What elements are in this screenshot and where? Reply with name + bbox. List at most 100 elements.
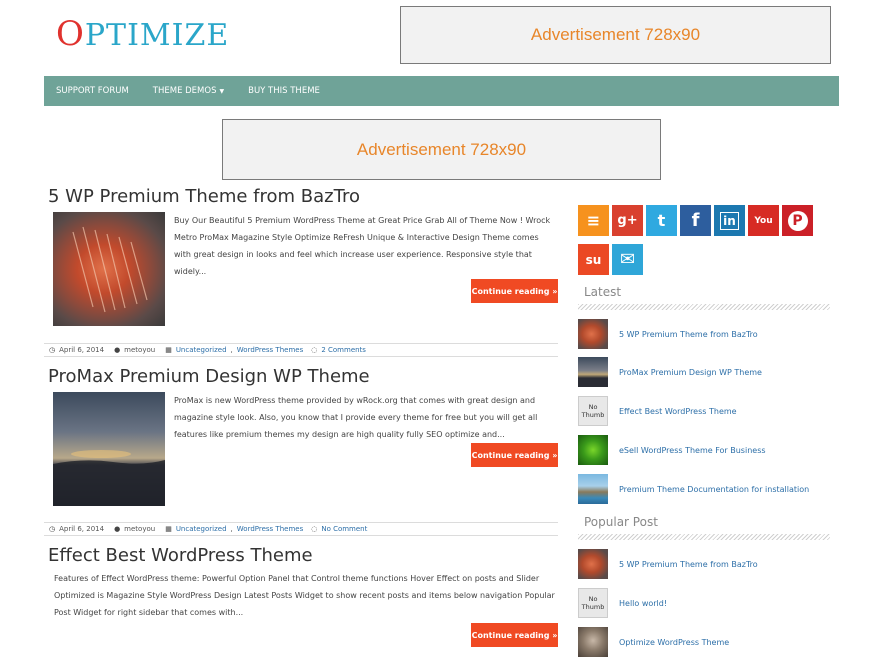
category-link[interactable]: WordPress Themes xyxy=(237,346,303,354)
post-date: April 6, 2014 xyxy=(59,346,105,354)
post-card: ProMax Premium Design WP Theme ProMax is… xyxy=(44,366,558,506)
dropdown-caret-icon: ▼ xyxy=(219,88,225,95)
comment-icon: ◌ xyxy=(311,346,318,354)
pinterest-glyph: P xyxy=(787,210,808,231)
post-card: Effect Best WordPress Theme Features of … xyxy=(44,545,558,655)
no-thumb-text: Thumb xyxy=(581,411,605,419)
logo-text: PTIMIZE xyxy=(84,18,230,53)
continue-reading-button[interactable]: Continue reading » xyxy=(471,443,558,467)
post-card: 5 WP Premium Theme from BazTro Buy Our B… xyxy=(44,186,558,326)
google-plus-glyph: g+ xyxy=(617,213,638,228)
post-meta: ◷ April 6, 2014 ● metoyou ▦ Uncategorized, W… xyxy=(44,522,558,536)
rust-texture-image xyxy=(72,226,148,313)
thumbnail xyxy=(578,435,608,465)
thumbnail xyxy=(578,549,608,579)
header-ad-banner[interactable]: Advertisement 728x90 xyxy=(400,6,831,64)
nav-label: SUPPORT FORUM xyxy=(56,86,129,96)
widget-divider xyxy=(578,534,830,540)
post-title[interactable]: ProMax Premium Design WP Theme xyxy=(48,366,558,387)
facebook-glyph: f xyxy=(691,210,700,231)
linkedin-icon[interactable]: in xyxy=(714,205,745,236)
youtube-icon[interactable]: You xyxy=(748,205,779,236)
popular-post-link[interactable]: Hello world! xyxy=(619,599,667,608)
category-link[interactable]: Uncategorized xyxy=(176,525,227,533)
category-link[interactable]: Uncategorized xyxy=(176,346,227,354)
widget-divider xyxy=(578,304,830,310)
list-item[interactable]: eSell WordPress Theme For Business xyxy=(578,434,766,466)
no-thumb-text: No xyxy=(588,403,598,411)
popular-post-link[interactable]: 5 WP Premium Theme from BazTro xyxy=(619,560,758,569)
latest-post-link[interactable]: 5 WP Premium Theme from BazTro xyxy=(619,330,758,339)
nav-label: BUY THIS THEME xyxy=(248,86,320,96)
ad-label: Advertisement 728x90 xyxy=(356,139,527,159)
post-author[interactable]: metoyou xyxy=(124,346,155,354)
site-logo[interactable]: OPTIMIZE xyxy=(56,14,229,54)
rss-icon[interactable]: ≡ xyxy=(578,205,609,236)
continue-reading-button[interactable]: Continue reading » xyxy=(471,279,558,303)
ad-label: Advertisement 728x90 xyxy=(530,25,701,44)
category-icon: ▦ xyxy=(165,346,172,354)
user-icon: ● xyxy=(114,346,121,354)
post-thumbnail[interactable] xyxy=(53,392,165,506)
list-item[interactable]: 5 WP Premium Theme from BazTro xyxy=(578,318,758,350)
comments-link[interactable]: 2 Comments xyxy=(321,346,366,354)
post-excerpt: Features of Effect WordPress theme: Powe… xyxy=(54,574,555,617)
category-icon: ▦ xyxy=(165,525,172,533)
email-icon[interactable]: ✉ xyxy=(612,244,643,275)
list-item[interactable]: ProMax Premium Design WP Theme xyxy=(578,356,762,388)
stumbleupon-icon[interactable]: su xyxy=(578,244,609,275)
popular-widget-title: Popular Post xyxy=(584,515,658,529)
list-item[interactable]: 5 WP Premium Theme from BazTro xyxy=(578,548,758,580)
nav-label: THEME DEMOS xyxy=(152,86,217,96)
post-date: April 6, 2014 xyxy=(59,525,105,533)
twitter-glyph: t xyxy=(657,211,666,230)
rss-glyph: ≡ xyxy=(586,211,601,230)
popular-post-link[interactable]: Optimize WordPress Theme xyxy=(619,638,729,647)
list-item[interactable]: No Thumb Hello world! xyxy=(578,587,667,619)
latest-widget-title: Latest xyxy=(584,285,622,299)
post-title[interactable]: 5 WP Premium Theme from BazTro xyxy=(48,186,558,207)
nav-item-buy-this-theme[interactable]: BUY THIS THEME xyxy=(248,86,320,96)
logo-first-letter: O xyxy=(56,14,85,54)
content-ad-banner[interactable]: Advertisement 728x90 xyxy=(222,119,661,180)
thumbnail xyxy=(578,627,608,657)
list-item[interactable]: Premium Theme Documentation for installa… xyxy=(578,473,809,505)
post-excerpt: Buy Our Beautiful 5 Premium WordPress Th… xyxy=(174,216,551,276)
no-thumb-text: Thumb xyxy=(581,603,605,611)
category-link[interactable]: WordPress Themes xyxy=(237,525,303,533)
user-icon: ● xyxy=(114,525,121,533)
list-item[interactable]: No Thumb Effect Best WordPress Theme xyxy=(578,395,737,427)
google-plus-icon[interactable]: g+ xyxy=(612,205,643,236)
list-item[interactable]: Optimize WordPress Theme xyxy=(578,626,729,658)
linkedin-glyph: in xyxy=(720,211,739,230)
clock-icon: ◷ xyxy=(49,346,56,354)
facebook-icon[interactable]: f xyxy=(680,205,711,236)
no-thumb-placeholder: No Thumb xyxy=(578,588,608,618)
comment-icon: ◌ xyxy=(311,525,318,533)
sunset-landscape-image xyxy=(53,450,165,506)
latest-post-link[interactable]: ProMax Premium Design WP Theme xyxy=(619,368,762,377)
clock-icon: ◷ xyxy=(49,525,56,533)
thumbnail xyxy=(578,357,608,387)
no-thumb-placeholder: No Thumb xyxy=(578,396,608,426)
twitter-icon[interactable]: t xyxy=(646,205,677,236)
continue-reading-button[interactable]: Continue reading » xyxy=(471,623,558,647)
main-navigation: SUPPORT FORUM THEME DEMOS ▼ BUY THIS THEM… xyxy=(44,76,839,106)
post-author[interactable]: metoyou xyxy=(124,525,155,533)
email-glyph: ✉ xyxy=(619,249,636,270)
pinterest-icon[interactable]: P xyxy=(782,205,813,236)
nav-item-theme-demos[interactable]: THEME DEMOS ▼ xyxy=(153,86,224,96)
latest-post-link[interactable]: Premium Theme Documentation for installa… xyxy=(619,485,809,494)
comments-link[interactable]: No Comment xyxy=(321,525,367,533)
post-excerpt: ProMax is new WordPress theme provided b… xyxy=(174,396,538,439)
latest-post-link[interactable]: Effect Best WordPress Theme xyxy=(619,407,737,416)
thumbnail xyxy=(578,319,608,349)
stumbleupon-glyph: su xyxy=(585,252,602,267)
thumbnail xyxy=(578,474,608,504)
youtube-glyph: You xyxy=(754,215,773,226)
no-thumb-text: No xyxy=(588,595,598,603)
nav-item-support-forum[interactable]: SUPPORT FORUM xyxy=(56,86,129,96)
post-thumbnail[interactable] xyxy=(53,212,165,326)
post-title[interactable]: Effect Best WordPress Theme xyxy=(48,545,558,566)
latest-post-link[interactable]: eSell WordPress Theme For Business xyxy=(619,446,766,455)
